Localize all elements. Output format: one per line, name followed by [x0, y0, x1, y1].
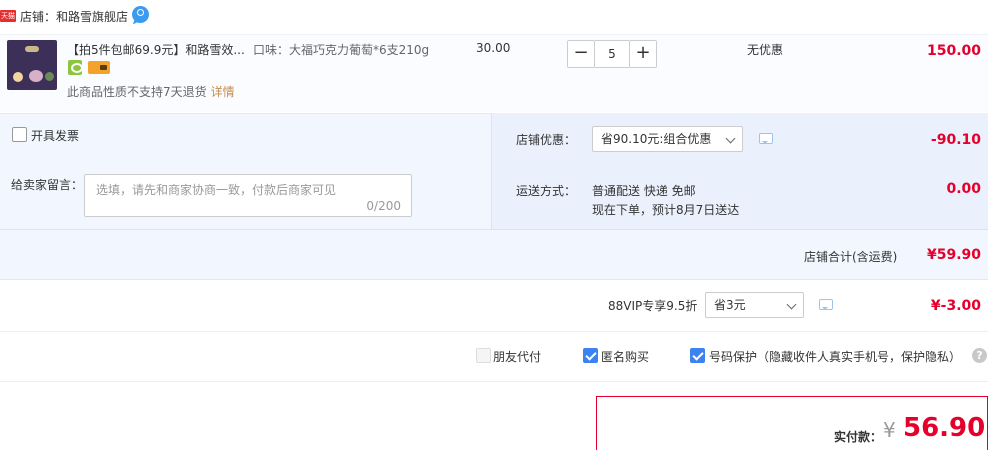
item-subtotal: 150.00 [926, 43, 981, 59]
unit-price: 30.00 [476, 41, 511, 55]
return-policy-detail-link[interactable]: 详情 [211, 85, 235, 99]
phone-protection-label[interactable]: 号码保护（隐藏收件人真实手机号，保护隐私） [709, 348, 961, 365]
product-spec: 口味：大福巧克力葡萄*6支210g [253, 43, 430, 57]
guarantee-badge-icon [68, 60, 83, 75]
chevron-down-icon [786, 299, 797, 310]
chevron-down-icon [725, 133, 736, 144]
product-title-link[interactable]: 【拍5件包邮69.9元】和路雪效... [67, 41, 245, 58]
divider [0, 331, 988, 332]
shop-discount-selected: 省90.10元:组合优惠 [601, 132, 712, 146]
vip-discount-amount: ¥-3.00 [930, 298, 981, 314]
decrease-quantity-button[interactable]: − [567, 40, 595, 68]
shipping-eta: 现在下单，预计8月7日送达 [592, 203, 740, 217]
anonymous-purchase-checkbox[interactable] [583, 348, 598, 363]
invoice-checkbox[interactable] [12, 127, 27, 142]
anonymous-purchase-label[interactable]: 匿名购买 [601, 348, 649, 365]
friend-pay-label[interactable]: 朋友代付 [493, 348, 541, 365]
seller-message-textarea[interactable]: 选填，请先和商家协商一致，付款后商家可见 0/200 [84, 174, 412, 217]
help-icon[interactable]: ? [972, 348, 987, 363]
shop-header [0, 0, 993, 34]
seller-message-label: 给卖家留言： [11, 178, 84, 192]
vip-discount-select[interactable]: 省3元 [705, 292, 804, 318]
currency-symbol: ¥ [883, 418, 896, 442]
chat-icon[interactable] [132, 6, 149, 23]
shop-discount-select[interactable]: 省90.10元:组合优惠 [592, 126, 743, 152]
return-policy-note: 此商品性质不支持7天退货 详情 [67, 83, 235, 100]
quantity-stepper: − 5 + [567, 40, 663, 68]
shipping-amount: 0.00 [946, 181, 981, 197]
shipping-label: 运送方式： [516, 184, 577, 198]
payment-label: 实付款： [834, 430, 883, 444]
divider [0, 381, 988, 382]
shop-discount-amount: -90.10 [930, 132, 981, 148]
payment-amount: 56.90 [903, 413, 986, 443]
phone-protection-checkbox[interactable] [690, 348, 705, 363]
shipping-method: 普通配送 快递 免邮 [592, 184, 696, 198]
comment-icon[interactable] [819, 299, 833, 310]
comment-icon[interactable] [759, 133, 773, 144]
seller-message-placeholder: 选填，请先和商家协商一致，付款后商家可见 [96, 183, 337, 197]
invoice-label[interactable]: 开具发票 [31, 127, 79, 144]
item-discount-status: 无优惠 [747, 43, 784, 57]
store-total-label: 店铺合计(含运费) [804, 250, 898, 264]
shop-name[interactable]: 店铺：和路雪旗舰店 [20, 8, 128, 25]
tmall-logo: 天猫 [0, 10, 16, 22]
seller-message-counter: 0/200 [366, 199, 401, 213]
quantity-input[interactable]: 5 [595, 40, 629, 68]
vip-discount-label: 88VIP专享9.5折 [608, 299, 698, 313]
increase-quantity-button[interactable]: + [629, 40, 657, 68]
shop-discount-label: 店铺优惠： [516, 133, 577, 147]
store-total-amount: ¥59.90 [926, 247, 981, 263]
credit-card-badge-icon [88, 61, 110, 74]
vip-discount-selected: 省3元 [714, 298, 746, 312]
return-policy-text: 此商品性质不支持7天退货 [67, 85, 207, 99]
product-thumbnail[interactable] [7, 40, 57, 90]
friend-pay-checkbox[interactable] [476, 348, 491, 363]
divider [0, 229, 988, 230]
